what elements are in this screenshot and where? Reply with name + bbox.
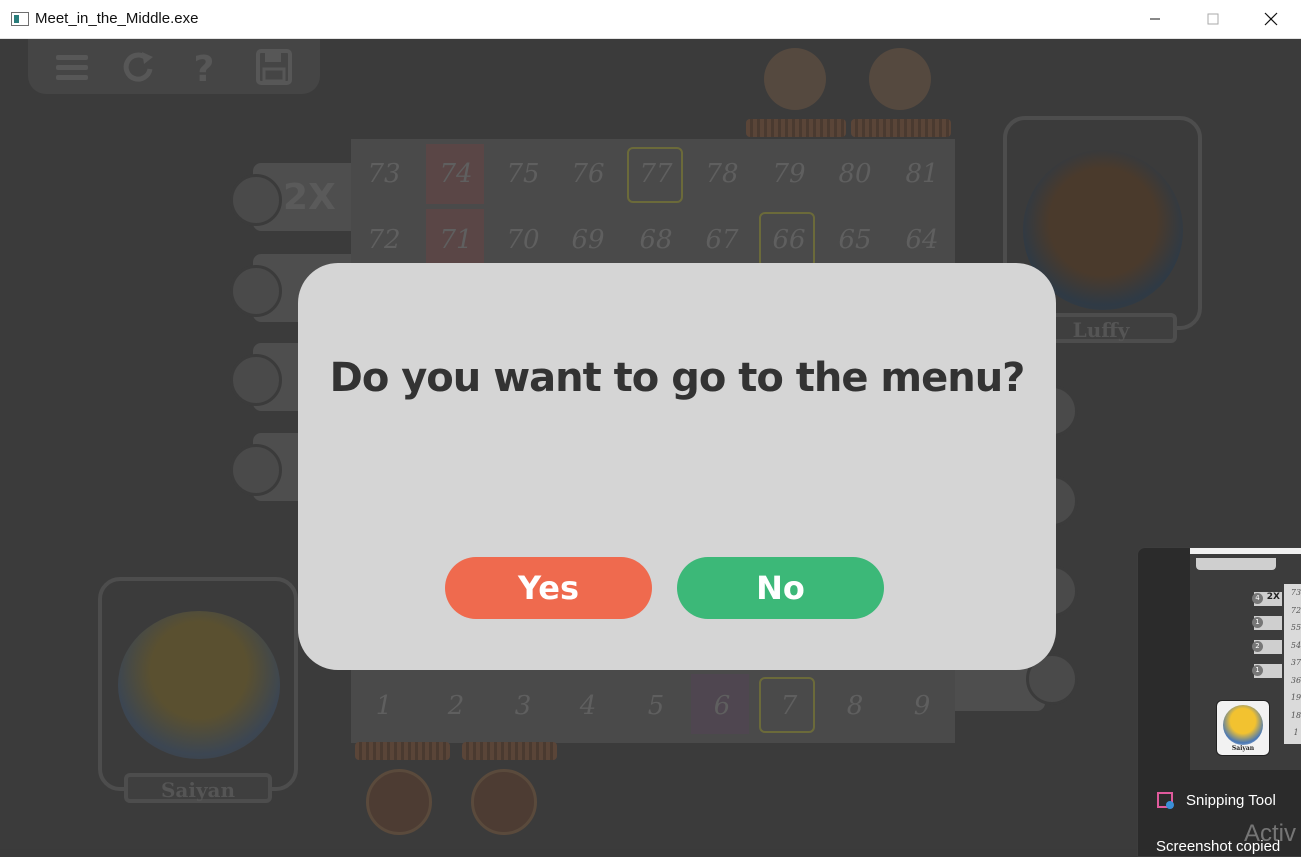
board-cell[interactable]: 67 <box>697 225 747 255</box>
board-cell[interactable]: 80 <box>830 159 880 189</box>
menu-icon <box>56 55 88 80</box>
snipping-tool-icon <box>1157 792 1174 809</box>
thumbnail-player-card: Saiyan <box>1216 700 1270 756</box>
board-cell[interactable]: 8 <box>830 691 880 721</box>
board-cell[interactable]: 72 <box>359 225 409 255</box>
player-token <box>366 769 432 835</box>
thumbnail-cell: 37 <box>1290 658 1301 667</box>
screenshot-thumbnail[interactable]: 73 72 55 54 37 36 19 18 1 2X 4 1 2 1 Sai… <box>1190 548 1301 770</box>
game-toolbar: ? <box>28 39 320 94</box>
maximize-icon <box>1207 13 1219 25</box>
board-cell[interactable]: 2 <box>431 691 481 721</box>
board-cell[interactable]: 69 <box>563 225 613 255</box>
thumbnail-cell: 18 <box>1290 710 1301 720</box>
thumbnail-count-badge: 2 <box>1252 641 1263 652</box>
thumbnail-toolbar <box>1196 558 1276 570</box>
board-cell[interactable]: 65 <box>830 225 880 255</box>
board-cell[interactable]: 75 <box>498 159 548 189</box>
help-button[interactable]: ? <box>184 49 224 90</box>
restart-button[interactable] <box>120 49 160 85</box>
player-token <box>869 48 931 110</box>
thumbnail-titlebar <box>1190 548 1301 554</box>
thumbnail-board: 73 72 55 54 37 36 19 18 1 <box>1284 584 1301 744</box>
saiyan-avatar <box>118 611 280 759</box>
board-cell[interactable]: 64 <box>897 225 947 255</box>
dialog-message: Do you want to go to the menu? <box>329 355 1026 401</box>
window-titlebar: Meet_in_the_Middle.exe <box>0 0 1301 39</box>
powerup-count-badge <box>230 265 282 317</box>
thumbnail-saiyan-avatar <box>1223 705 1263 745</box>
no-button[interactable]: No <box>677 557 884 619</box>
restart-icon <box>123 52 153 82</box>
board-cell[interactable]: 73 <box>359 159 409 189</box>
board-cell[interactable]: 9 <box>897 691 947 721</box>
fence-tile <box>746 119 846 137</box>
confirm-dialog: Do you want to go to the menu? Yes No <box>298 263 1056 670</box>
close-button[interactable] <box>1242 0 1300 38</box>
player-token <box>471 769 537 835</box>
save-icon <box>256 49 292 85</box>
fence-tile <box>462 742 557 760</box>
powerup-double-label: 2X <box>283 177 336 218</box>
board-cell[interactable]: 79 <box>764 159 814 189</box>
thumbnail-cell: 55 <box>1290 623 1301 632</box>
board-cell[interactable]: 1 <box>359 691 409 721</box>
game-area: ? 2X 73 74 75 76 77 78 79 80 81 72 71 70… <box>0 39 1301 849</box>
board-cell[interactable]: 66 <box>764 225 814 255</box>
app-window-icon <box>11 12 29 26</box>
board-cell[interactable]: 71 <box>431 225 481 255</box>
menu-button[interactable] <box>52 49 92 85</box>
board-cell[interactable]: 6 <box>697 691 747 721</box>
fence-tile <box>355 742 450 760</box>
thumbnail-cell: 1 <box>1293 728 1299 737</box>
board-cell[interactable]: 81 <box>897 159 947 189</box>
thumbnail-cell: 36 <box>1290 675 1301 685</box>
powerup-count-badge <box>230 174 282 226</box>
board-cell[interactable]: 77 <box>631 159 681 189</box>
board-cell[interactable]: 70 <box>498 225 548 255</box>
thumbnail-cell: 19 <box>1290 693 1301 702</box>
yes-button[interactable]: Yes <box>445 557 652 619</box>
board-cell[interactable]: 76 <box>563 159 613 189</box>
board-cell[interactable]: 5 <box>631 691 681 721</box>
thumbnail-count-badge: 1 <box>1252 617 1263 628</box>
activation-watermark: Activ <box>1244 820 1297 847</box>
svg-text:?: ? <box>194 49 215 85</box>
board-cell[interactable]: 4 <box>563 691 613 721</box>
notification-app-name: Snipping Tool <box>1186 792 1276 809</box>
thumbnail-count-badge: 4 <box>1252 593 1263 604</box>
maximize-button[interactable] <box>1184 0 1242 38</box>
board-cell[interactable]: 78 <box>697 159 747 189</box>
save-button[interactable] <box>254 49 294 85</box>
close-icon <box>1264 12 1278 26</box>
player-token <box>764 48 826 110</box>
player-name-saiyan: Saiyan <box>124 773 272 803</box>
board-cell[interactable]: 7 <box>764 691 814 721</box>
fence-tile <box>851 119 951 137</box>
thumbnail-cell: 54 <box>1290 640 1301 650</box>
thumbnail-cell: 72 <box>1290 605 1301 615</box>
snipping-notification[interactable]: 73 72 55 54 37 36 19 18 1 2X 4 1 2 1 Sai… <box>1137 547 1301 857</box>
board-cell[interactable]: 74 <box>431 159 481 189</box>
minimize-button[interactable] <box>1126 0 1184 38</box>
player-card-saiyan <box>98 577 298 791</box>
window-title: Meet_in_the_Middle.exe <box>35 10 199 27</box>
thumbnail-count-badge: 1 <box>1252 665 1263 676</box>
thumbnail-player-name: Saiyan <box>1231 745 1255 752</box>
help-icon: ? <box>194 49 215 90</box>
board-cell[interactable]: 3 <box>498 691 548 721</box>
board-cell[interactable]: 68 <box>631 225 681 255</box>
powerup-count-badge <box>230 444 282 496</box>
thumbnail-cell: 73 <box>1290 588 1301 597</box>
minimize-icon <box>1150 18 1160 20</box>
powerup-count-badge <box>230 354 282 406</box>
